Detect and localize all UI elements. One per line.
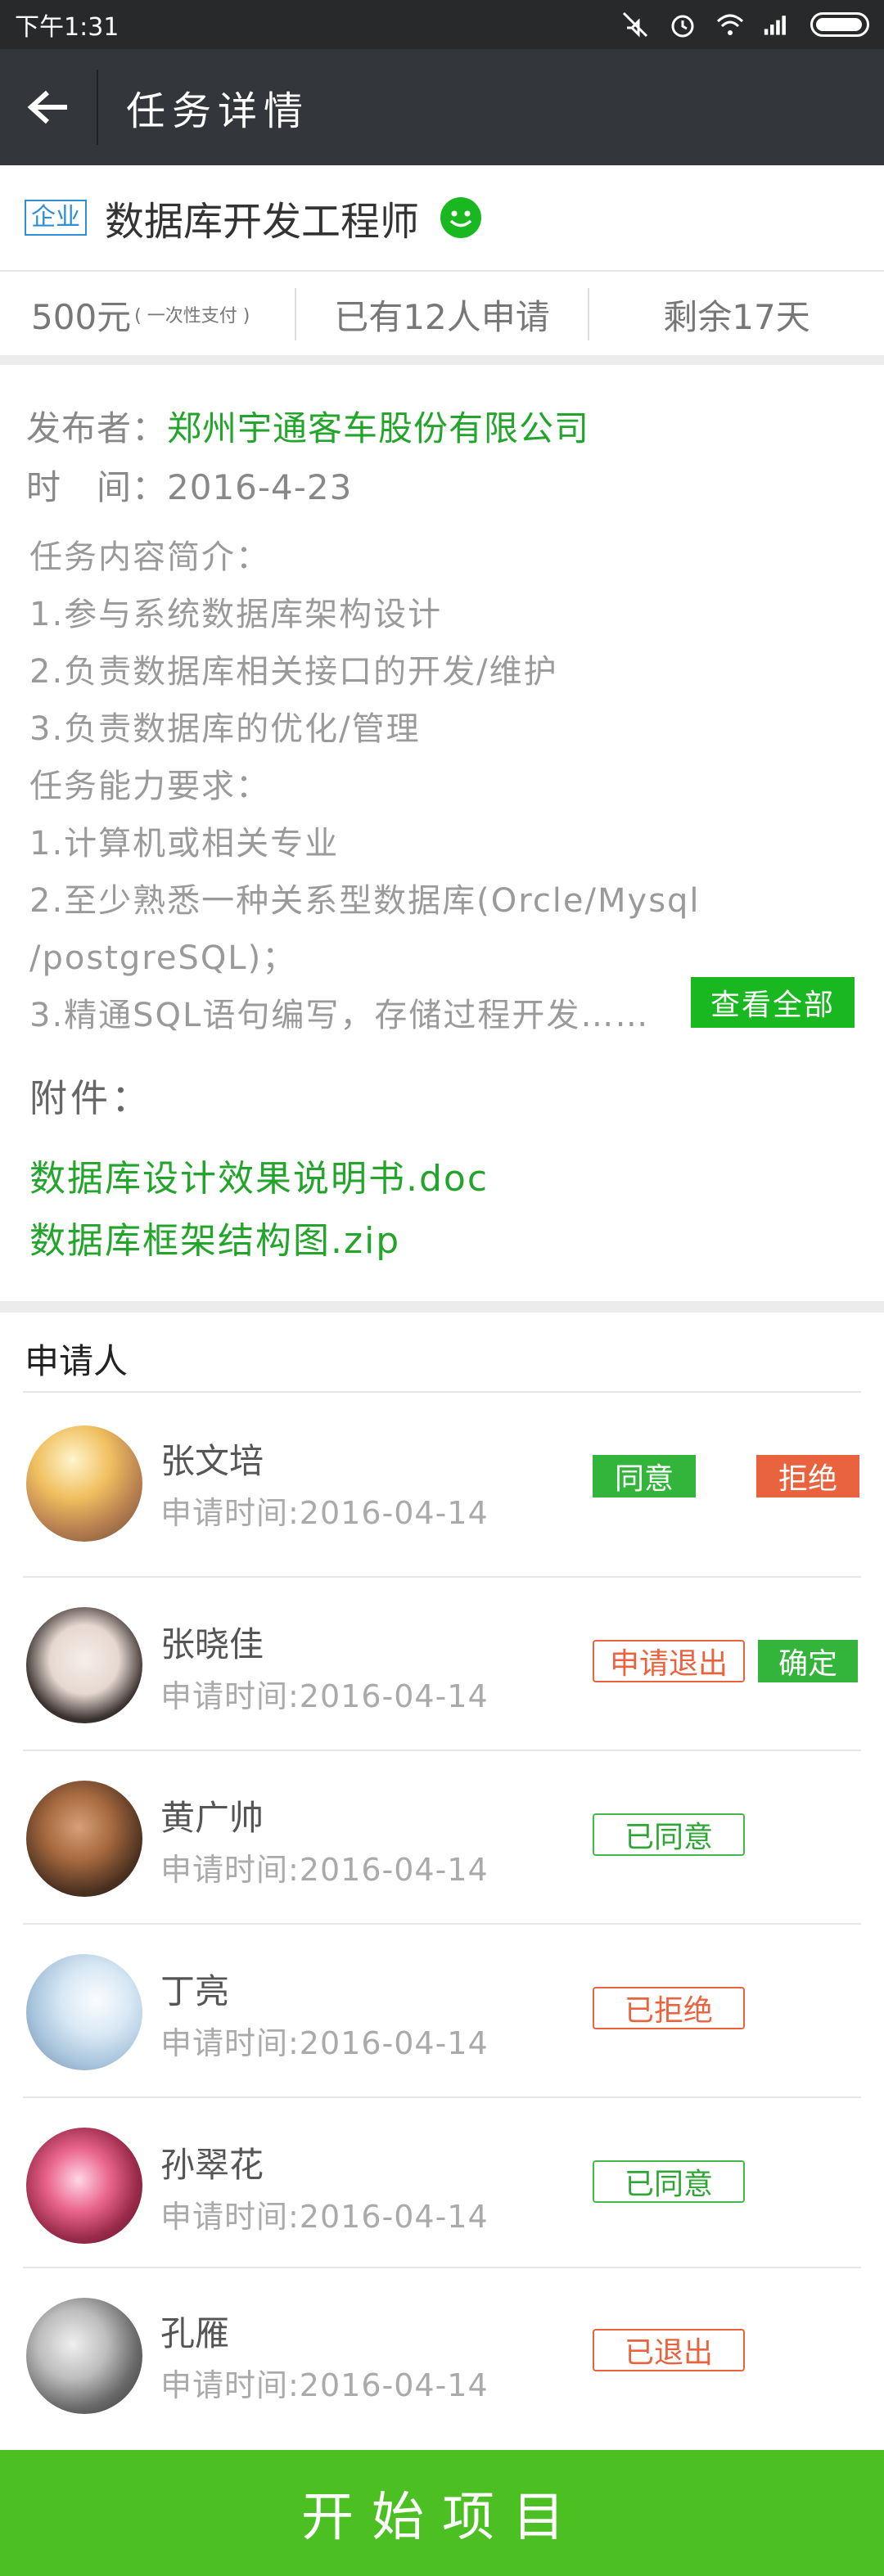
signal-icon	[764, 16, 786, 35]
wechat-icon[interactable]	[440, 197, 482, 238]
enterprise-badge: 企业	[25, 200, 87, 236]
divider	[23, 2267, 861, 2268]
remaining-days: 剩余17天	[663, 296, 810, 337]
attachment-link[interactable]: 数据库设计效果说明书.doc	[29, 1149, 489, 1201]
avatar[interactable]	[26, 2128, 142, 2244]
view-all-button[interactable]: 查看全部	[691, 977, 855, 1028]
status-agreed-badge: 已同意	[593, 1813, 745, 1856]
avatar[interactable]	[26, 1954, 142, 2070]
applicant-name: 孔雁	[160, 2313, 230, 2353]
wifi-icon	[716, 14, 744, 35]
mute-icon	[622, 11, 648, 38]
detail-line: 3.负责数据库的优化/管理	[29, 710, 421, 748]
page-title: 任务详情	[126, 88, 310, 134]
applicants-header: 申请人	[25, 1341, 129, 1381]
alarm-icon	[671, 15, 694, 38]
task-price: 500元 ( 一次性支付 )	[0, 288, 295, 340]
applicant-name: 黄广帅	[160, 1798, 264, 1838]
applicant-name: 丁亮	[160, 1971, 230, 2011]
section-divider	[0, 1301, 884, 1313]
reject-button[interactable]: 拒绝	[756, 1455, 859, 1497]
publisher-label: 发布者：	[26, 408, 168, 448]
avatar[interactable]	[26, 1607, 142, 1723]
avatar[interactable]	[26, 2298, 142, 2414]
attachments-title: 附件：	[29, 1076, 152, 1120]
confirm-button[interactable]: 确定	[758, 1640, 858, 1682]
task-title: 数据库开发工程师	[105, 199, 420, 245]
time-row: 时 间：2016-4-23	[26, 460, 352, 510]
applicant-time: 申请时间:2016-04-14	[160, 2025, 489, 2061]
status-bar: 下午1:31	[0, 0, 884, 49]
back-arrow-icon	[27, 90, 67, 124]
status-exited-badge: 已退出	[593, 2329, 745, 2371]
attachment-link[interactable]: 数据库框架结构图.zip	[29, 1211, 400, 1263]
price-value: 500元	[31, 296, 132, 337]
battery-icon	[810, 12, 869, 37]
detail-line: 2.负责数据库相关接口的开发/维护	[29, 653, 558, 691]
divider	[23, 1391, 861, 1393]
detail-line: 3.精通SQL语句编写，存储过程开发……	[29, 997, 650, 1034]
applicants-count: 已有12人申请	[334, 296, 550, 337]
divider	[23, 1923, 861, 1925]
request-exit-button[interactable]: 申请退出	[593, 1640, 745, 1682]
agree-button[interactable]: 同意	[593, 1455, 696, 1497]
applicant-name: 张文培	[160, 1441, 264, 1481]
time-label: 时 间：	[26, 467, 168, 507]
detail-line: 任务内容简介：	[29, 538, 270, 576]
task-stats: 500元 ( 一次性支付 ) 已有12人申请 剩余17天	[0, 273, 884, 365]
avatar[interactable]	[26, 1425, 142, 1542]
applicant-name: 张晓佳	[160, 1624, 264, 1664]
price-note: ( 一次性支付 )	[134, 306, 250, 327]
back-button[interactable]	[0, 49, 97, 165]
applicant-time: 申请时间:2016-04-14	[160, 2367, 489, 2403]
detail-line: 1.参与系统数据库架构设计	[29, 596, 443, 633]
status-time: 下午1:31	[15, 13, 120, 42]
publisher-name[interactable]: 郑州宇通客车股份有限公司	[167, 408, 589, 448]
publisher-row: 发布者：郑州宇通客车股份有限公司	[26, 401, 589, 451]
applicant-time: 申请时间:2016-04-14	[160, 1678, 489, 1714]
divider	[23, 1750, 861, 1751]
applicant-time: 申请时间:2016-04-14	[160, 1495, 489, 1531]
detail-line: /postgreSQL)；	[29, 939, 297, 977]
applicant-time: 申请时间:2016-04-14	[160, 1852, 489, 1888]
applicant-time: 申请时间:2016-04-14	[160, 2199, 489, 2235]
status-rejected-badge: 已拒绝	[593, 1987, 745, 2029]
start-project-button[interactable]: 开始项目	[0, 2450, 884, 2576]
divider	[23, 2096, 861, 2098]
task-title-row: 企业 数据库开发工程师	[0, 165, 884, 272]
detail-line: 1.计算机或相关专业	[29, 825, 340, 862]
applicant-name: 孙翠花	[160, 2145, 264, 2185]
nav-bar: 任务详情	[0, 49, 884, 165]
status-agreed-badge: 已同意	[593, 2160, 745, 2203]
detail-line: 任务能力要求：	[29, 768, 270, 805]
avatar[interactable]	[26, 1781, 142, 1897]
status-icons	[620, 10, 869, 39]
publish-time: 2016-4-23	[167, 467, 353, 507]
detail-line: 2.至少熟悉一种关系型数据库(Orcle/Mysql	[29, 882, 701, 920]
divider	[23, 1576, 861, 1578]
